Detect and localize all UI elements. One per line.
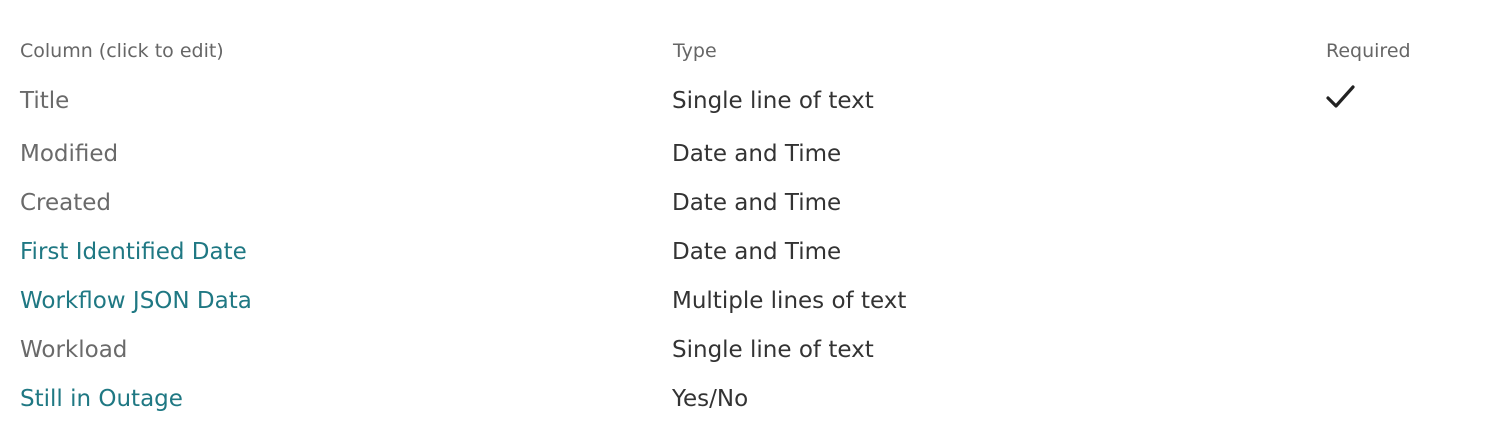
type-header: Type (673, 40, 717, 62)
required-header: Required (1326, 40, 1411, 62)
column-type: Multiple lines of text (672, 288, 907, 314)
column-type: Date and Time (672, 141, 842, 167)
column-type: Date and Time (672, 239, 842, 265)
table-row: Modified Date and Time (0, 140, 1500, 180)
column-name-title[interactable]: Title (20, 87, 69, 115)
column-link-first-identified-date[interactable]: First Identified Date (20, 238, 247, 266)
column-link-workflow-json-data[interactable]: Workflow JSON Data (20, 287, 252, 315)
column-type: Yes/No (672, 386, 749, 412)
table-row: Title Single line of text (0, 85, 1500, 127)
column-name-created: Created (20, 190, 112, 216)
table-row: Workflow JSON Data Multiple lines of tex… (0, 287, 1500, 327)
column-type: Single line of text (672, 88, 874, 114)
column-name-modified: Modified (20, 141, 119, 167)
column-header: Column (click to edit) (20, 40, 224, 62)
table-row: First Identified Date Date and Time (0, 238, 1500, 278)
columns-panel: Column (click to edit) Type Required Tit… (0, 0, 1500, 434)
column-name-workload: Workload (20, 337, 128, 363)
checkmark-icon (1326, 83, 1356, 118)
column-type: Single line of text (672, 337, 874, 363)
column-type: Date and Time (672, 190, 842, 216)
table-row: Workload Single line of text (0, 336, 1500, 376)
table-row: Still in Outage Yes/No (0, 385, 1500, 425)
column-link-still-in-outage[interactable]: Still in Outage (20, 385, 183, 413)
table-row: Created Date and Time (0, 189, 1500, 229)
